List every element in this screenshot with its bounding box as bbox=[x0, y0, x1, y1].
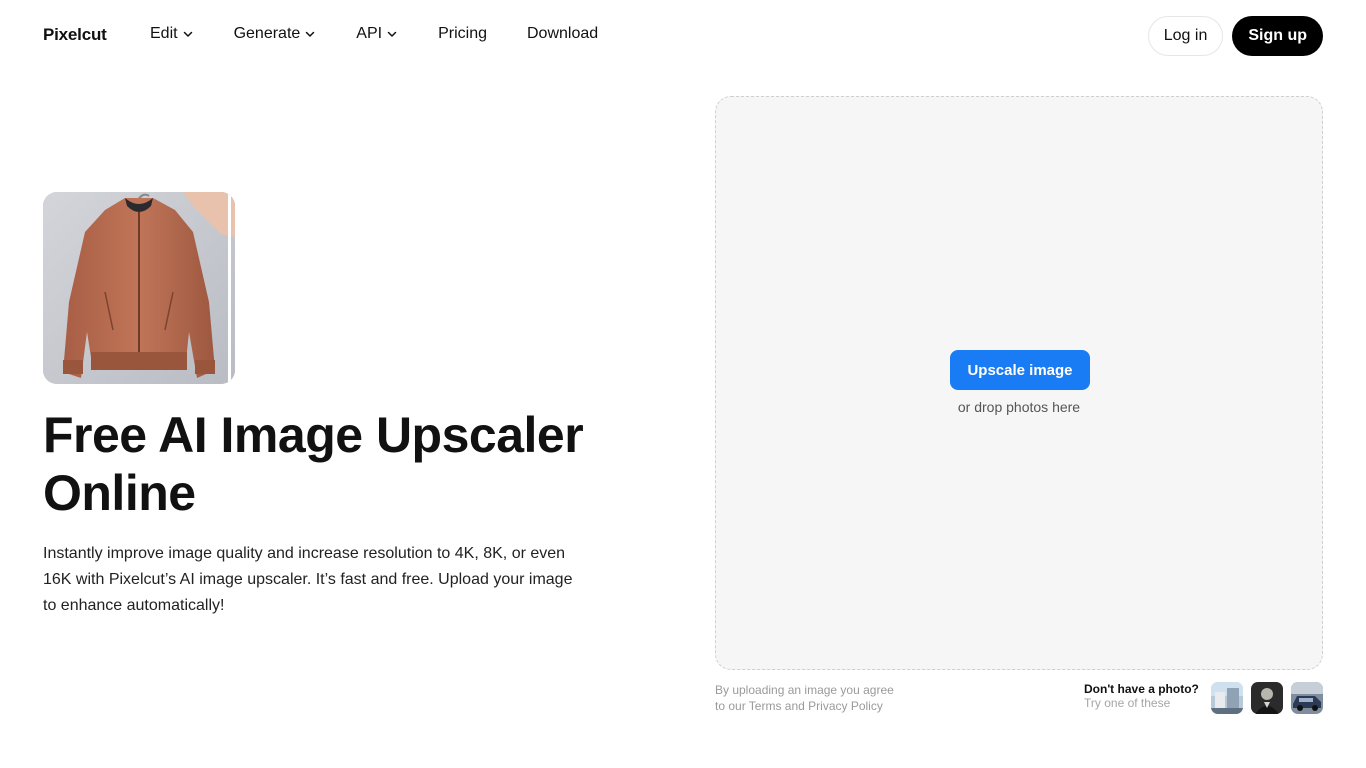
nav-item-generate[interactable]: Generate bbox=[234, 25, 317, 43]
building-sample-icon bbox=[1211, 682, 1243, 714]
hero-jacket-image bbox=[43, 192, 235, 384]
nav-item-label: Download bbox=[527, 25, 599, 42]
nav-menu: Edit Generate API Pricing Download bbox=[150, 25, 638, 43]
nav-item-download[interactable]: Download bbox=[527, 25, 598, 43]
sample-image-portrait[interactable] bbox=[1251, 682, 1283, 714]
nav-item-api[interactable]: API bbox=[356, 25, 398, 43]
sample-image-car[interactable] bbox=[1291, 682, 1323, 714]
page-title: Free AI Image Upscaler Online bbox=[43, 407, 584, 521]
signup-button[interactable]: Sign up bbox=[1232, 16, 1323, 56]
chevron-down-icon bbox=[306, 31, 315, 37]
login-button[interactable]: Log in bbox=[1147, 16, 1224, 56]
top-nav: Pixelcut Edit Generate API Pricing Downl… bbox=[0, 0, 1366, 72]
legal-line: By uploading an image you agree bbox=[715, 683, 894, 697]
legal-line[interactable]: to our Terms and Privacy Policy bbox=[715, 698, 894, 714]
jacket-photo-icon bbox=[43, 192, 235, 384]
nav-item-pricing[interactable]: Pricing bbox=[438, 25, 487, 43]
upload-dropzone[interactable]: Upscale image or drop photos here bbox=[715, 96, 1323, 670]
car-sample-icon bbox=[1291, 682, 1323, 714]
nav-item-label: API bbox=[356, 25, 383, 42]
samples-prompt: Don't have a photo? Try one of these bbox=[1084, 682, 1199, 710]
legal-notice: By uploading an image you agree to our T… bbox=[715, 682, 894, 714]
logo[interactable]: Pixelcut bbox=[43, 25, 107, 45]
chevron-down-icon bbox=[183, 31, 192, 37]
auth-buttons: Log in Sign up bbox=[1147, 16, 1323, 56]
nav-item-label: Edit bbox=[150, 25, 178, 42]
portrait-sample-icon bbox=[1251, 682, 1283, 714]
sample-images bbox=[1211, 682, 1323, 714]
chevron-down-icon bbox=[387, 31, 397, 37]
nav-item-edit[interactable]: Edit bbox=[150, 25, 194, 43]
samples-hint: Try one of these bbox=[1084, 696, 1171, 710]
nav-item-label: Pricing bbox=[438, 25, 487, 42]
upscale-image-button[interactable]: Upscale image bbox=[950, 350, 1090, 390]
sample-image-building[interactable] bbox=[1211, 682, 1243, 714]
hero-description: Instantly improve image quality and incr… bbox=[43, 545, 573, 614]
drop-hint: or drop photos here bbox=[957, 399, 1081, 415]
samples-question: Don't have a photo? bbox=[1084, 682, 1199, 696]
nav-item-label: Generate bbox=[233, 25, 301, 42]
